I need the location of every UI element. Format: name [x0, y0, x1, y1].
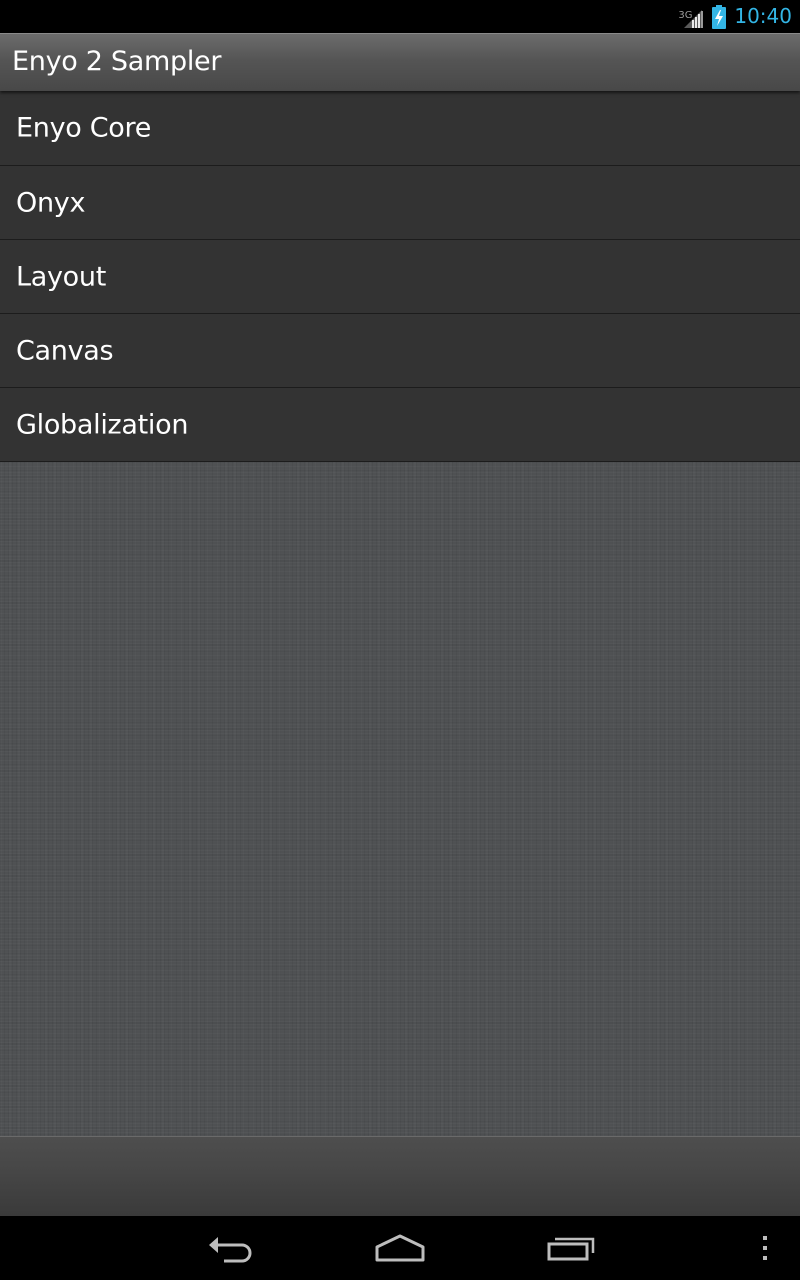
status-icons: 3G 10:40: [678, 0, 792, 33]
list-item-canvas[interactable]: Canvas: [0, 314, 800, 388]
list-item-label: Canvas: [16, 335, 114, 366]
overflow-menu-icon: [763, 1236, 767, 1260]
back-icon: [209, 1237, 252, 1263]
recents-icon: [547, 1237, 595, 1261]
app-screen: 3G 10:40 Enyo 2 Sampler Enyo Core Onyx L…: [0, 0, 800, 1280]
system-nav-bar: [0, 1216, 800, 1280]
list-item-globalization[interactable]: Globalization: [0, 388, 800, 462]
overflow-menu-button[interactable]: [745, 1228, 785, 1268]
list-item-layout[interactable]: Layout: [0, 240, 800, 314]
battery-charging-icon: [712, 4, 727, 29]
list-item-label: Globalization: [16, 409, 189, 440]
sampler-list: Enyo Core Onyx Layout Canvas Globalizati…: [0, 91, 800, 462]
list-item-label: Onyx: [16, 187, 86, 218]
main-content: Enyo Core Onyx Layout Canvas Globalizati…: [0, 91, 800, 1136]
back-button[interactable]: [195, 1228, 265, 1268]
list-item-onyx[interactable]: Onyx: [0, 166, 800, 240]
home-button[interactable]: [365, 1228, 435, 1268]
page-title: Enyo 2 Sampler: [12, 46, 222, 77]
status-clock: 10:40: [734, 4, 792, 28]
list-item-label: Layout: [16, 261, 106, 292]
recents-button[interactable]: [536, 1228, 606, 1268]
signal-indicator: 3G: [678, 6, 704, 28]
home-icon: [375, 1234, 425, 1262]
status-bar: 3G 10:40: [0, 0, 800, 33]
network-type-label: 3G: [678, 9, 693, 21]
list-item-label: Enyo Core: [16, 112, 152, 144]
app-header: Enyo 2 Sampler: [0, 33, 800, 91]
list-item-enyo-core[interactable]: Enyo Core: [0, 91, 800, 166]
bottom-toolbar: [0, 1136, 800, 1216]
